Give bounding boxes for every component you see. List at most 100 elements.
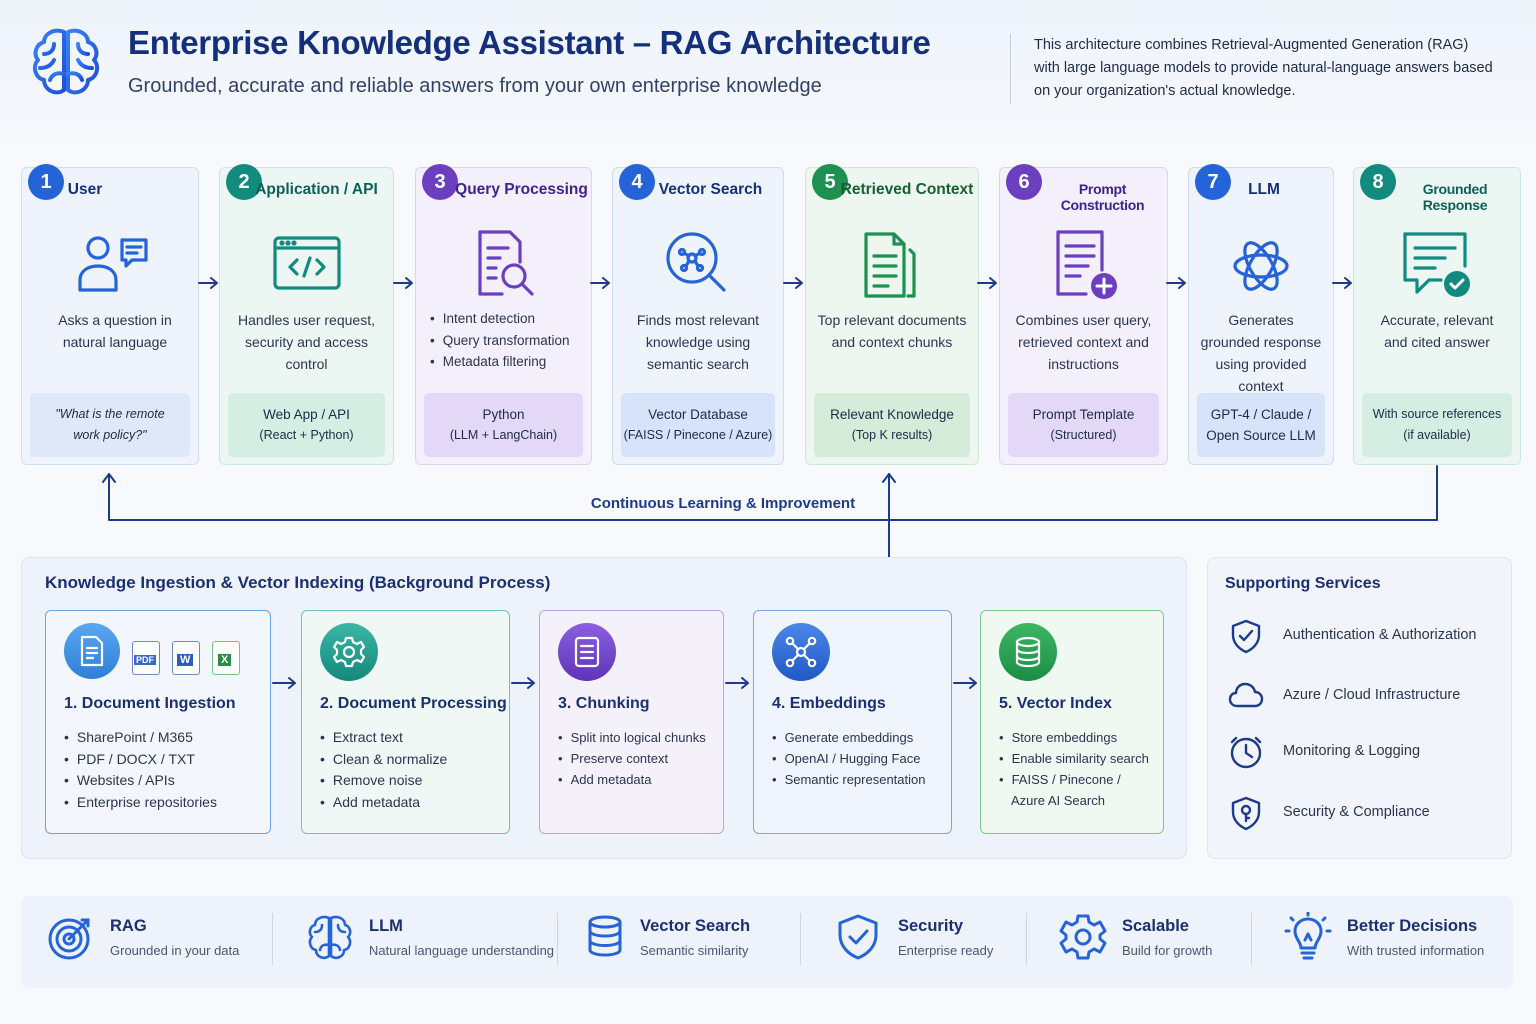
bullet-item: Metadata filtering <box>430 351 585 373</box>
step-title: Retrieved Context <box>840 181 974 198</box>
tech-name: Web App / API <box>263 407 350 422</box>
service-security: Security & Compliance <box>1228 795 1498 835</box>
step-grounded-response: 8 Grounded Response Accurate, relevant a… <box>1353 164 1521 465</box>
flow-arrow <box>977 277 997 289</box>
shield-key-icon <box>1231 796 1261 831</box>
pdf-file-icon: PDF <box>132 641 160 675</box>
excel-file-icon: X <box>212 641 240 675</box>
step-title: LLM <box>1248 181 1280 198</box>
flow-arrow <box>725 677 749 689</box>
benefit-subtitle: Natural language understanding <box>369 943 555 958</box>
target-icon <box>48 918 90 960</box>
service-monitoring: Monitoring & Logging <box>1228 734 1498 774</box>
service-authentication: Authentication & Authorization <box>1228 618 1498 658</box>
brain-icon <box>32 28 100 95</box>
card-bullets: Generate embeddings OpenAI / Hugging Fac… <box>772 727 943 790</box>
ingest-card-embeddings: 4. Embeddings Generate embeddings OpenAI… <box>753 610 952 834</box>
divider <box>1251 913 1252 965</box>
divider <box>800 913 801 965</box>
step-llm: 7 LLM Generates grounded response using … <box>1188 164 1334 465</box>
flow-arrow <box>783 277 803 289</box>
card-title: 4. Embeddings <box>772 695 886 712</box>
example-question-text: "What is the remote work policy?" <box>55 407 165 442</box>
service-label: Azure / Cloud Infrastructure <box>1283 687 1461 703</box>
card-title: 1. Document Ingestion <box>64 695 236 712</box>
flow-arrow <box>1166 277 1186 289</box>
benefit-title: Better Decisions <box>1347 917 1478 935</box>
bullet-item: Generate embeddings <box>772 727 943 748</box>
bullet-item: Enterprise repositories <box>64 792 262 814</box>
database-icon <box>999 623 1057 681</box>
clock-icon <box>1230 736 1262 769</box>
tech-detail: (if available) <box>1403 428 1471 442</box>
llm-knot-icon <box>1233 241 1289 291</box>
documents-icon <box>864 232 916 298</box>
step-title: Vector Search <box>658 181 763 198</box>
benefit-subtitle: With trusted information <box>1347 943 1485 958</box>
card-title: 2. Document Processing <box>320 695 507 712</box>
page-subtitle: Grounded, accurate and reliable answers … <box>128 75 822 97</box>
step-technology: GPT-4 / Claude / Open Source LLM <box>1197 393 1325 457</box>
card-bullets: Split into logical chunks Preserve conte… <box>558 727 715 790</box>
excel-badge: X <box>218 654 232 666</box>
benefit-title: LLM <box>369 917 403 935</box>
bullet-item: Split into logical chunks <box>558 727 715 748</box>
divider <box>272 913 273 965</box>
step-technology: Prompt Template (Structured) <box>1008 393 1159 457</box>
user-chat-icon <box>78 236 148 292</box>
ingest-card-vector-index: 5. Vector Index Store embeddings Enable … <box>980 610 1164 834</box>
step-technology: With source references (if available) <box>1362 393 1512 457</box>
cloud-icon <box>1228 682 1264 708</box>
tech-detail: (Structured) <box>1050 428 1117 442</box>
flow-arrow <box>198 277 218 289</box>
bullet-item: Semantic representation <box>772 769 943 790</box>
bullet-item: SharePoint / M365 <box>64 727 262 749</box>
supporting-services-title: Supporting Services <box>1225 575 1381 592</box>
word-file-icon: W <box>172 641 200 675</box>
word-badge: W <box>177 654 194 666</box>
gear-icon <box>1059 914 1107 960</box>
bullet-item: OpenAI / Hugging Face <box>772 748 943 769</box>
brain-icon <box>308 915 352 960</box>
step-vector-search: 4 Vector Search Finds most relevant know… <box>612 164 784 465</box>
tech-name: Vector Database <box>648 407 748 422</box>
feedback-loop-label: Continuous Learning & Improvement <box>590 495 856 512</box>
ingestion-title: Knowledge Ingestion & Vector Indexing (B… <box>45 573 551 592</box>
benefit-title: Scalable <box>1122 917 1189 935</box>
service-label: Monitoring & Logging <box>1283 743 1421 759</box>
bullet-item: Extract text <box>320 727 501 749</box>
bullet-item: Query transformation <box>430 330 585 352</box>
page-title: Enterprise Knowledge Assistant – RAG Arc… <box>128 24 931 61</box>
tech-detail: (LLM + LangChain) <box>449 428 558 442</box>
step-title: Application / API <box>255 181 378 198</box>
benefit-subtitle: Semantic similarity <box>640 943 749 958</box>
card-bullets: Store embeddings Enable similarity searc… <box>999 727 1155 811</box>
bullet-item: Intent detection <box>430 308 585 330</box>
tech-detail: (React + Python) <box>259 428 354 442</box>
card-bullets: SharePoint / M365 PDF / DOCX / TXT Websi… <box>64 727 262 813</box>
bullet-item: Add metadata <box>558 769 715 790</box>
benefit-subtitle: Build for growth <box>1122 943 1213 958</box>
step-description: Top relevant documents and context chunk… <box>817 312 967 350</box>
tech-detail: (FAISS / Pinecone / Azure) <box>623 428 773 442</box>
step-query-processing: 3 Query Processing Intent detection Quer… <box>415 164 592 465</box>
document-add-icon <box>1055 230 1117 299</box>
divider <box>557 913 558 965</box>
flow-arrow <box>953 677 977 689</box>
step-application-api: 2 Application / API Handles user request… <box>219 164 394 465</box>
benefit-title: Vector Search <box>640 917 751 935</box>
step-description: Accurate, relevant and cited answer <box>1380 312 1494 350</box>
step-number-badge: 6 <box>1006 164 1042 200</box>
ingest-card-chunking: 3. Chunking Split into logical chunks Pr… <box>539 610 724 834</box>
service-cloud: Azure / Cloud Infrastructure <box>1228 678 1498 718</box>
service-label: Authentication & Authorization <box>1283 627 1477 643</box>
example-question: "What is the remote work policy?" <box>30 393 190 457</box>
step-description: Handles user request, security and acces… <box>238 312 375 372</box>
bullet-item: Add metadata <box>320 792 501 814</box>
step-bullets: Intent detection Query transformation Me… <box>430 308 585 373</box>
document-icon <box>64 623 120 679</box>
card-bullets: Extract text Clean & normalize Remove no… <box>320 727 501 813</box>
step-title: Grounded Response <box>1422 181 1488 213</box>
ingest-card-document-ingestion: PDF W X 1. Document Ingestion SharePoint… <box>45 610 271 834</box>
tech-name: GPT-4 / Claude / <box>1210 407 1312 422</box>
